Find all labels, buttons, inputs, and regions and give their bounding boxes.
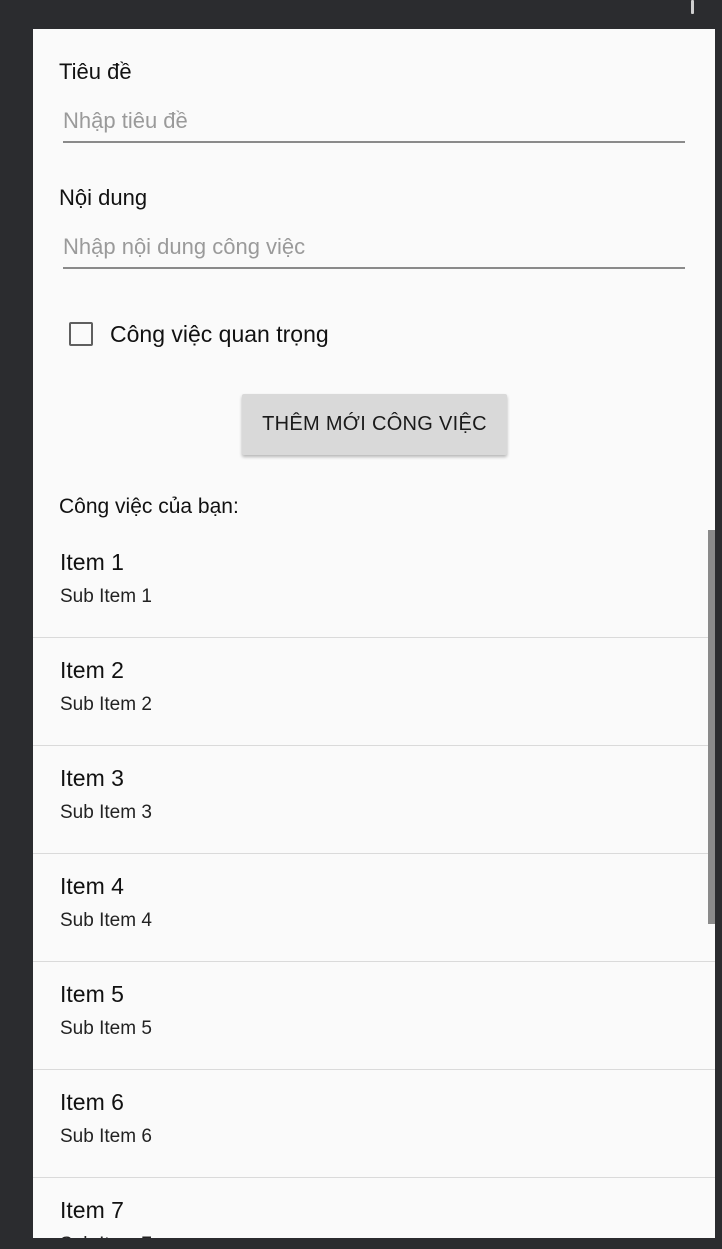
task-list-item[interactable]: Item 1 Sub Item 1 [33,530,715,638]
app-screen: Tiêu đề Nội dung Công việc quan trọng TH… [33,29,715,1238]
task-list-item[interactable]: Item 5 Sub Item 5 [33,962,715,1070]
task-title: Item 7 [60,1197,124,1223]
important-checkbox-label[interactable]: Công việc quan trọng [110,321,329,348]
task-list-scrollbar[interactable] [708,530,715,924]
task-list-item[interactable]: Item 7 Sub Item 7 [33,1178,715,1238]
task-title: Item 1 [60,549,124,575]
content-field-label: Nội dung [59,185,148,210]
task-subtitle: Sub Item 6 [60,1126,152,1147]
task-list-item[interactable]: Item 4 Sub Item 4 [33,854,715,962]
task-subtitle: Sub Item 2 [60,694,152,715]
task-list[interactable]: Item 1 Sub Item 1 Item 2 Sub Item 2 Item 3 Su… [33,530,715,1238]
add-task-button[interactable]: THÊM MỚI CÔNG VIỆC [242,394,507,455]
task-title: Item 4 [60,873,124,899]
task-list-item[interactable]: Item 3 Sub Item 3 [33,746,715,854]
task-title: Item 3 [60,765,124,791]
important-checkbox[interactable] [69,322,93,346]
task-list-heading: Công việc của bạn: [59,495,239,518]
task-list-item[interactable]: Item 2 Sub Item 2 [33,638,715,746]
content-input-wrapper [63,229,685,269]
task-title: Item 2 [60,657,124,683]
task-subtitle: Sub Item 7 [60,1234,152,1238]
title-input[interactable] [63,103,685,139]
window-handle [691,0,694,14]
title-field-label: Tiêu đề [59,59,132,84]
task-subtitle: Sub Item 1 [60,586,152,607]
content-input[interactable] [63,229,685,265]
title-input-wrapper [63,103,685,143]
task-title: Item 6 [60,1089,124,1115]
task-subtitle: Sub Item 3 [60,802,152,823]
task-subtitle: Sub Item 4 [60,910,152,931]
task-list-item[interactable]: Item 6 Sub Item 6 [33,1070,715,1178]
important-checkbox-row[interactable]: Công việc quan trọng [69,319,329,349]
task-title: Item 5 [60,981,124,1007]
task-subtitle: Sub Item 5 [60,1018,152,1039]
